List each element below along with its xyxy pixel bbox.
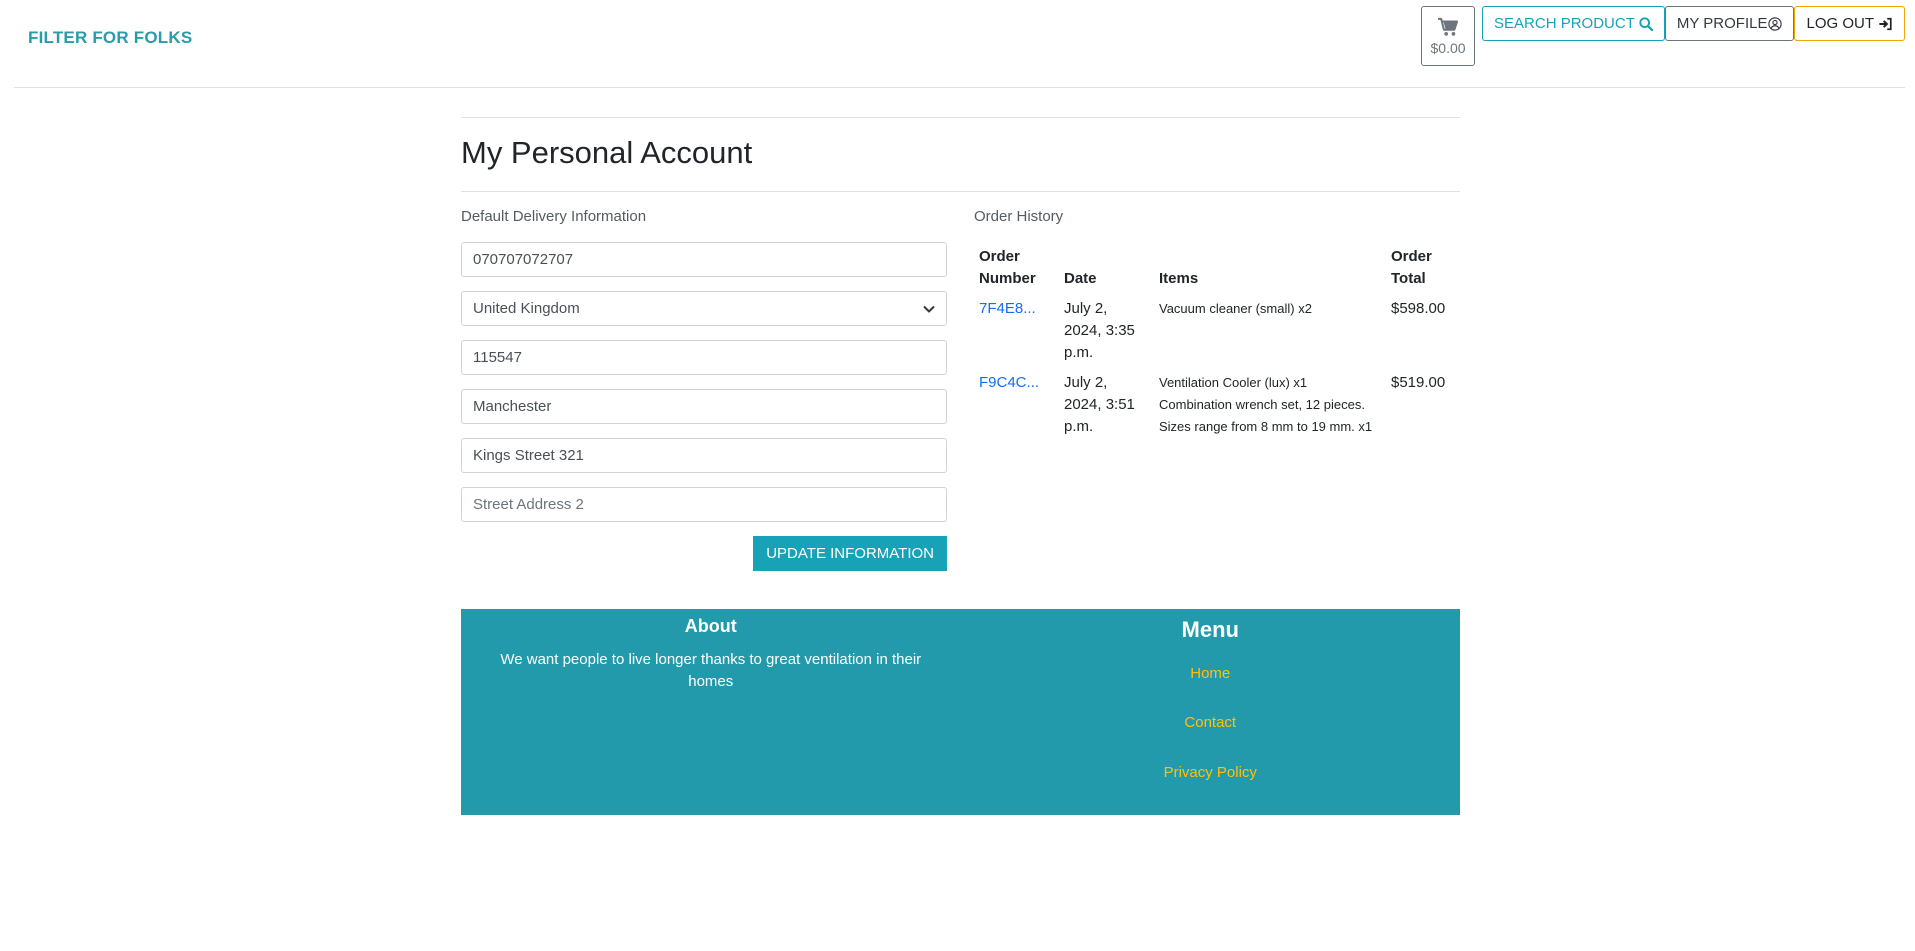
footer-about-text: We want people to live longer thanks to … <box>500 651 922 690</box>
my-profile-button[interactable]: MY PROFILE <box>1664 6 1795 41</box>
footer-about: About We want people to live longer than… <box>461 609 961 815</box>
city-field[interactable]: Manchester <box>461 389 947 425</box>
footer: About We want people to live longer than… <box>461 609 1460 815</box>
cart-button[interactable]: $0.00 <box>1421 6 1476 66</box>
order-history-table: Order Number Date Items Order Total 7F4E… <box>974 242 1460 442</box>
order-item: Ventilation Cooler (lux) x1 <box>1159 375 1308 391</box>
user-circle-icon <box>1768 16 1783 31</box>
street-address-1-field[interactable]: Kings Street 321 <box>461 438 947 474</box>
phone-value: 070707072707 <box>473 251 574 269</box>
footer-menu: Menu Home Contact Privacy Policy <box>961 609 1461 815</box>
my-profile-label: MY PROFILE <box>1676 15 1768 32</box>
order-history-label: Order History <box>974 208 1064 226</box>
search-icon <box>1639 16 1653 31</box>
table-row: 7F4E8... July 2, 2024, 3:35 p.m. Vacuum … <box>974 294 1460 368</box>
order-date: July 2, 2024, 3:51 p.m. <box>1064 374 1135 436</box>
title-bottom-divider <box>461 191 1460 193</box>
country-select[interactable]: United Kingdom <box>461 291 947 327</box>
order-item: Combination wrench set, 12 pieces. Sizes… <box>1159 397 1373 435</box>
order-date: July 2, 2024, 3:35 p.m. <box>1064 300 1135 362</box>
footer-link-home[interactable]: Home <box>961 665 1461 682</box>
column-header-items: Items <box>1159 270 1199 288</box>
log-out-button[interactable]: LOG OUT <box>1794 6 1905 41</box>
title-top-divider <box>461 117 1460 118</box>
account-content: My Personal Account Default Delivery Inf… <box>461 117 1460 572</box>
page-title: My Personal Account <box>461 135 753 170</box>
search-product-button[interactable]: SEARCH PRODUCT <box>1482 6 1665 41</box>
phone-field[interactable]: 070707072707 <box>461 242 947 278</box>
order-total: $519.00 <box>1391 374 1446 392</box>
footer-about-title: About <box>684 616 737 636</box>
sign-out-icon <box>1879 17 1892 30</box>
postcode-value: 115547 <box>473 349 522 367</box>
search-product-label: SEARCH PRODUCT <box>1494 15 1635 32</box>
cart-icon <box>1438 17 1459 36</box>
column-header-order-number: Order Number <box>979 248 1036 288</box>
street-address-2-placeholder: Street Address 2 <box>473 496 584 514</box>
order-items: Ventilation Cooler (lux) x1 Combination … <box>1154 368 1386 442</box>
order-item: Vacuum cleaner (small) x2 <box>1159 301 1312 317</box>
footer-link-privacy-policy[interactable]: Privacy Policy <box>961 764 1461 781</box>
country-value: United Kingdom <box>473 300 580 318</box>
street-address-1-value: Kings Street 321 <box>473 447 584 465</box>
table-header-row: Order Number Date Items Order Total <box>974 242 1460 294</box>
table-row: F9C4C... July 2, 2024, 3:51 p.m. Ventila… <box>974 368 1460 442</box>
chevron-down-icon <box>923 305 935 313</box>
delivery-section-label: Default Delivery Information <box>461 208 647 226</box>
update-information-button[interactable]: UPDATE INFORMATION <box>753 536 947 572</box>
delivery-info-section: Default Delivery Information 07070707270… <box>461 208 947 572</box>
order-number-link[interactable]: 7F4E8... <box>979 300 1036 317</box>
order-history-section: Order History Order Number Date Items Or… <box>974 208 1460 571</box>
order-items: Vacuum cleaner (small) x2 <box>1154 294 1386 368</box>
street-address-2-field[interactable]: Street Address 2 <box>461 487 947 523</box>
column-header-order-total: Order Total <box>1391 248 1432 288</box>
header-divider <box>14 87 1905 88</box>
brand-logo-link[interactable]: FILTER FOR FOLKS <box>28 28 192 48</box>
city-value: Manchester <box>473 398 552 416</box>
topbar-actions: $0.00 SEARCH PRODUCT MY PROFILE LOG OUT <box>1421 6 1905 66</box>
cart-total: $0.00 <box>1430 39 1466 56</box>
order-number-link[interactable]: F9C4C... <box>979 374 1039 391</box>
footer-menu-title: Menu <box>1181 617 1239 642</box>
postcode-field[interactable]: 115547 <box>461 340 947 376</box>
order-total: $598.00 <box>1391 300 1446 318</box>
column-header-date: Date <box>1064 270 1097 288</box>
footer-link-contact[interactable]: Contact <box>961 714 1461 731</box>
log-out-label: LOG OUT <box>1806 15 1874 32</box>
